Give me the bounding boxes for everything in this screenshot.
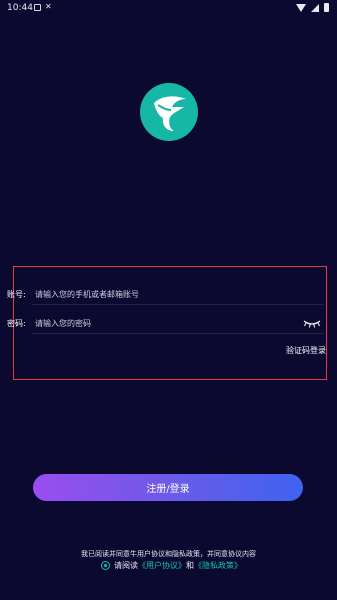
status-time: 10:44 bbox=[7, 3, 33, 13]
bull-logo-icon bbox=[140, 83, 198, 141]
agreement-notice: 我已阅读并同意牛用户协议和隐私政策，并同意协议内容 bbox=[81, 550, 256, 558]
status-left-icons: ✕ bbox=[34, 3, 52, 11]
eye-closed-icon[interactable] bbox=[303, 318, 321, 328]
code-login-link[interactable]: 验证码登录 bbox=[286, 345, 326, 356]
image-icon bbox=[34, 3, 41, 11]
divider bbox=[32, 304, 324, 305]
signal-icon bbox=[311, 3, 319, 12]
radio-checked-icon[interactable] bbox=[101, 561, 110, 570]
wifi-icon bbox=[296, 3, 306, 12]
status-bar: 10:44 ✕ bbox=[0, 0, 337, 18]
divider bbox=[32, 333, 324, 334]
account-label: 账号: bbox=[7, 290, 26, 299]
account-input[interactable] bbox=[35, 288, 285, 300]
user-agreement-link[interactable]: 《用户协议》 bbox=[138, 560, 186, 571]
agreement-prefix: 请阅读 bbox=[114, 561, 138, 570]
close-icon: ✕ bbox=[45, 2, 52, 11]
battery-icon bbox=[324, 3, 329, 12]
password-input[interactable] bbox=[35, 317, 285, 329]
agreement-and: 和 bbox=[186, 561, 194, 570]
agreement-row: 请阅读 《用户协议》 和 《隐私政策》 bbox=[101, 560, 242, 571]
privacy-policy-link[interactable]: 《隐私政策》 bbox=[194, 560, 242, 571]
register-login-button[interactable]: 注册/登录 bbox=[33, 474, 303, 501]
password-label: 密码: bbox=[7, 319, 26, 328]
status-right-icons bbox=[296, 3, 329, 12]
